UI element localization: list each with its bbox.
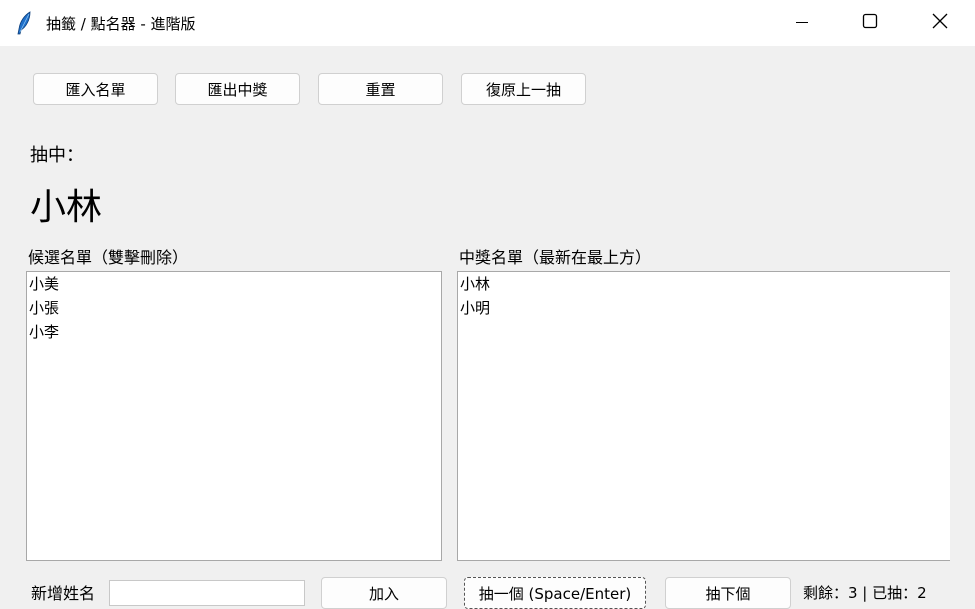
minimize-button[interactable] xyxy=(779,0,825,46)
winner-list-label: 中獎名單（最新在最上方） xyxy=(459,248,652,267)
close-button[interactable] xyxy=(917,0,963,46)
title-bar: 抽籤 / 點名器 - 進階版 xyxy=(0,0,975,46)
reset-button[interactable]: 重置 xyxy=(318,73,443,105)
maximize-button[interactable] xyxy=(847,0,893,46)
new-name-label: 新增姓名 xyxy=(31,584,96,603)
undo-last-draw-button[interactable]: 復原上一抽 xyxy=(461,73,586,105)
list-item[interactable]: 小李 xyxy=(27,320,441,344)
export-winners-button[interactable]: 匯出中獎 xyxy=(175,73,300,105)
import-list-button[interactable]: 匯入名單 xyxy=(33,73,158,105)
picked-label: 抽中： xyxy=(30,145,84,166)
remaining-count-text: 剩餘：3 | 已抽：2 xyxy=(803,584,927,602)
list-item[interactable]: 小明 xyxy=(458,296,950,320)
window-title: 抽籤 / 點名器 - 進階版 xyxy=(46,15,196,33)
maximize-icon xyxy=(862,13,878,33)
winner-listbox[interactable]: 小林 小明 xyxy=(457,271,950,561)
draw-one-button[interactable]: 抽一個 (Space/Enter) xyxy=(464,577,646,609)
close-icon xyxy=(932,13,948,33)
add-name-button[interactable]: 加入 xyxy=(321,577,447,609)
candidate-list-label: 候選名單（雙擊刪除） xyxy=(28,248,189,267)
picked-name: 小林 xyxy=(30,187,103,228)
draw-next-button[interactable]: 抽下個 xyxy=(665,577,791,609)
list-item[interactable]: 小美 xyxy=(27,272,441,296)
list-item[interactable]: 小張 xyxy=(27,296,441,320)
new-name-input[interactable] xyxy=(109,580,305,606)
minimize-icon xyxy=(795,14,809,33)
candidate-listbox[interactable]: 小美 小張 小李 xyxy=(26,271,442,561)
feather-icon xyxy=(15,11,35,35)
list-item[interactable]: 小林 xyxy=(458,272,950,296)
